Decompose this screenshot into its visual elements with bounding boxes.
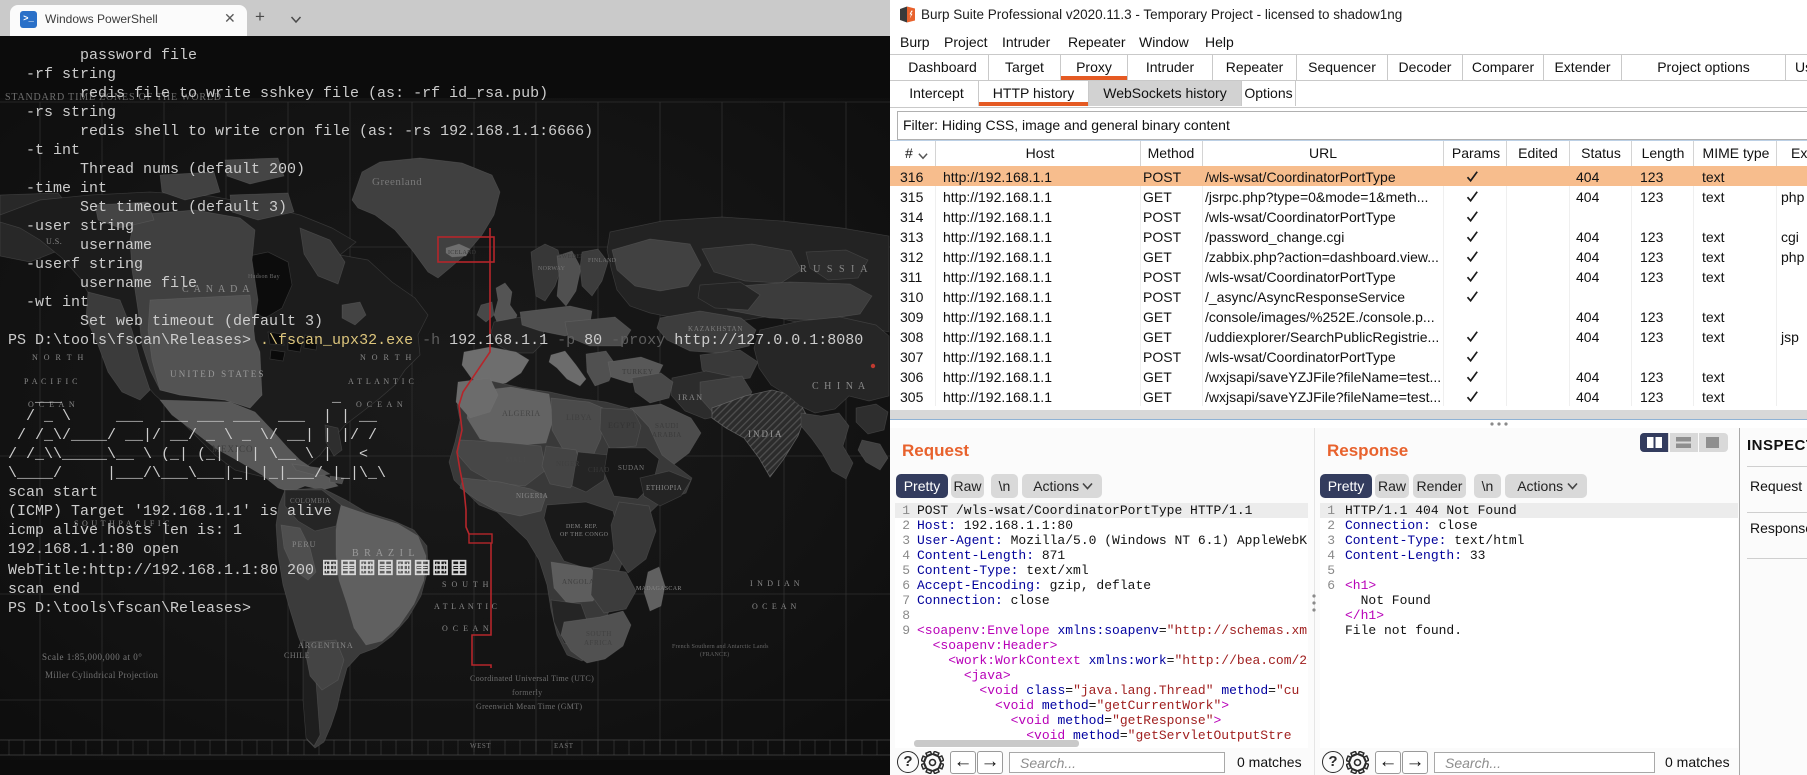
svg-text:ARGENTINA: ARGENTINA	[298, 641, 354, 650]
svg-text:AFRICA: AFRICA	[584, 639, 613, 647]
svg-text:WEST: WEST	[470, 742, 491, 750]
svg-text:Greenwich Mean Time (GMT): Greenwich Mean Time (GMT)	[476, 702, 582, 711]
svg-text:Coordinated Universal Time (UT: Coordinated Universal Time (UTC)	[470, 674, 594, 683]
svg-text:Miller Cylindrical Projection: Miller Cylindrical Projection	[45, 670, 158, 680]
svg-text:CHILE: CHILE	[284, 651, 310, 660]
svg-text:O C E A N: O C E A N	[442, 624, 490, 633]
svg-text:French Southern and Antarctic: French Southern and Antarctic Lands	[672, 644, 769, 650]
svg-text:(FRANCE): (FRANCE)	[700, 651, 729, 658]
svg-text:SOUTH: SOUTH	[586, 630, 612, 638]
svg-text:EAST: EAST	[554, 742, 574, 750]
svg-text:formerly: formerly	[512, 688, 542, 697]
svg-text:Scale 1:85,000,000 at 0°: Scale 1:85,000,000 at 0°	[42, 652, 142, 662]
